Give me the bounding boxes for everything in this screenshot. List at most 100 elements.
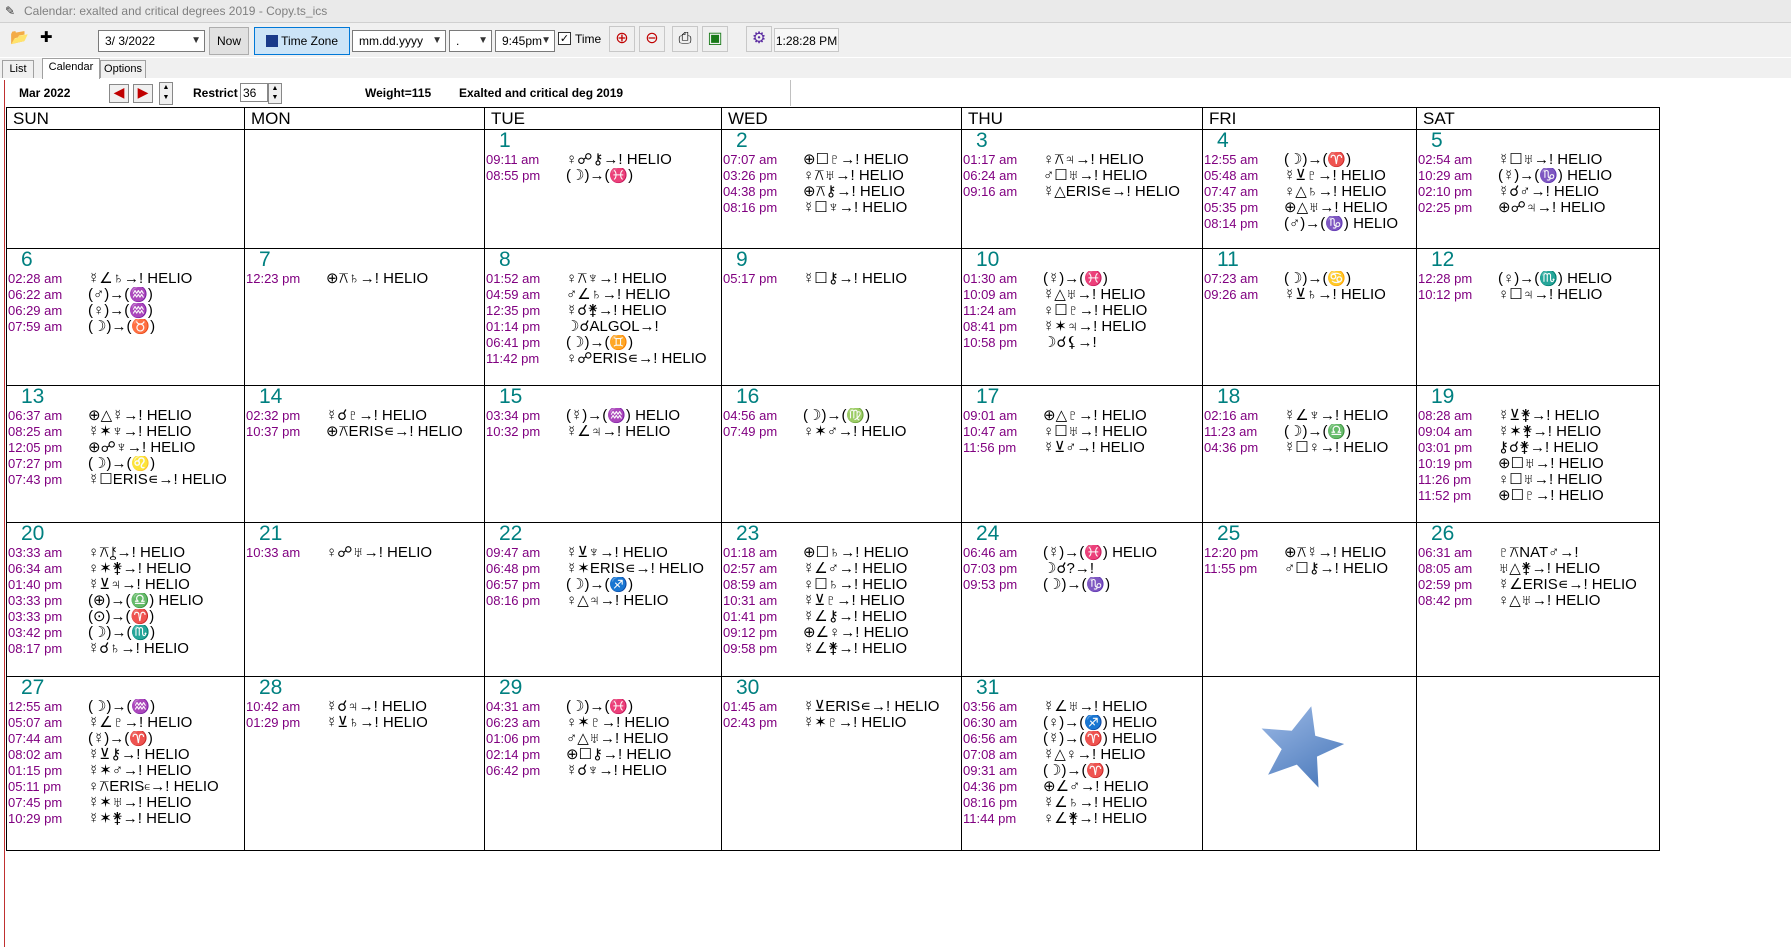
calendar-event[interactable]: 11:44 pm ♀∠⚵→! HELIO	[963, 811, 1202, 827]
calendar-event[interactable]: 05:48 am ☿⊻♇→! HELIO	[1204, 168, 1416, 184]
day-cell-28[interactable]: 28 10:42 am ☿☌♃→! HELIO 01:29 pm ☿⊻♄→! HELIO	[244, 676, 485, 851]
empty-day-cell[interactable]	[1416, 676, 1660, 851]
calendar-event[interactable]: 02:10 pm ☿☌♂→! HELIO	[1418, 184, 1659, 200]
calendar-event[interactable]: 10:29 pm ☿✶⚵→! HELIO	[8, 811, 244, 827]
calendar-event[interactable]: 07:59 am (☽)→(♉)	[8, 319, 244, 335]
calendar-event[interactable]: 07:44 am (☿)→(♈)	[8, 731, 244, 747]
calendar-event[interactable]: 01:40 pm ☿⊻♃→! HELIO	[8, 577, 244, 593]
calendar-event[interactable]: 06:30 am (♀)→(♐) HELIO	[963, 715, 1202, 731]
calendar-event[interactable]: 03:56 am ☿∠♅→! HELIO	[963, 699, 1202, 715]
calendar-event[interactable]: 06:48 pm ☿✶ERIS∊→! HELIO	[486, 561, 721, 577]
calendar-event[interactable]: 01:41 pm ☿∠⚷→! HELIO	[723, 609, 961, 625]
previous-month-button[interactable]: ◀	[109, 84, 129, 103]
calendar-event[interactable]: 02:25 pm ⊕☍♃→! HELIO	[1418, 200, 1659, 216]
calendar-event[interactable]: 01:29 pm ☿⊻♄→! HELIO	[246, 715, 484, 731]
day-cell-13[interactable]: 13 06:37 am ⊕△☿→! HELIO 08:25 am ☿✶♆→! HELIO…	[6, 385, 245, 523]
day-cell-24[interactable]: 24 06:46 am (☿)→(♓) HELIO 07:03 pm ☽☌?→! 09:5…	[961, 522, 1203, 677]
calendar-event[interactable]: 06:23 am ♀✶♇→! HELIO	[486, 715, 721, 731]
calendar-event[interactable]: 11:23 am (☽)→(♎)	[1204, 424, 1416, 440]
day-cell-10[interactable]: 10 01:30 am (☿)→(♓) 10:09 am ☿△♅→! HELIO 11:2…	[961, 248, 1203, 386]
day-cell-5[interactable]: 5 02:54 am ☿☐♅→! HELIO 10:29 am (☿)→(♑) HELI…	[1416, 129, 1660, 249]
day-cell-16[interactable]: 16 04:56 am (☽)→(♍) 07:49 pm ♀✶♂→! HELIO	[721, 385, 962, 523]
calendar-event[interactable]: 06:37 am ⊕△☿→! HELIO	[8, 408, 244, 424]
calendar-event[interactable]: 11:26 pm ♀☐♅→! HELIO	[1418, 472, 1659, 488]
calendar-event[interactable]: 02:54 am ☿☐♅→! HELIO	[1418, 152, 1659, 168]
day-cell-30[interactable]: 30 01:45 am ☿⊻ERIS∊→! HELIO 02:43 pm ☿✶♇→! H…	[721, 676, 962, 851]
day-cell-26[interactable]: 26 06:31 am ♇⚻NAT♂→! 08:05 am ♅△⚵→! HELIO 02:…	[1416, 522, 1660, 677]
calendar-event[interactable]: 12:35 pm ☿☌⚵→! HELIO	[486, 303, 721, 319]
calendar-event[interactable]: 09:16 am ☿△ERIS∊→! HELIO	[963, 184, 1202, 200]
day-cell-22[interactable]: 22 09:47 am ☿⊻♆→! HELIO 06:48 pm ☿✶ERIS∊→! H…	[484, 522, 722, 677]
calendar-event[interactable]: 03:33 pm (⊙)→(♈)	[8, 609, 244, 625]
calendar-event[interactable]: 01:45 am ☿⊻ERIS∊→! HELIO	[723, 699, 961, 715]
calendar-event[interactable]: 01:06 pm ♂△♅→! HELIO	[486, 731, 721, 747]
calendar-event[interactable]: 03:33 am ♀⚻⚷→! HELIO	[8, 545, 244, 561]
calendar-event[interactable]: 11:24 am ♀☐♇→! HELIO	[963, 303, 1202, 319]
day-cell-20[interactable]: 20 03:33 am ♀⚻⚷→! HELIO 06:34 am ♀✶⚵→! HELIO…	[6, 522, 245, 677]
calendar-event[interactable]: 04:36 pm ☿☐♀→! HELIO	[1204, 440, 1416, 456]
calendar-event[interactable]: 12:20 pm ⊕⚻☿→! HELIO	[1204, 545, 1416, 561]
calendar-event[interactable]: 09:53 pm (☽)→(♑)	[963, 577, 1202, 593]
calendar-event[interactable]: 10:32 pm ☿∠♃→! HELIO	[486, 424, 721, 440]
calendar-event[interactable]: 10:58 pm ☽☌⚸→!	[963, 335, 1202, 351]
calendar-event[interactable]: 05:17 pm ☿☐⚷→! HELIO	[723, 271, 961, 287]
calendar-event[interactable]: 10:37 pm ⊕⚻ERIS∊→! HELIO	[246, 424, 484, 440]
day-cell-15[interactable]: 15 03:34 pm (☿)→(♒) HELIO 10:32 pm ☿∠♃→! HEL…	[484, 385, 722, 523]
empty-day-cell[interactable]	[6, 129, 245, 249]
calendar-event[interactable]: 10:47 am ♀☐♅→! HELIO	[963, 424, 1202, 440]
calendar-event[interactable]: 09:01 am ⊕△♇→! HELIO	[963, 408, 1202, 424]
calendar-event[interactable]: 10:33 am ♀☍♅→! HELIO	[246, 545, 484, 561]
day-cell-27[interactable]: 27 12:55 am (☽)→(♒) 05:07 am ☿∠♇→! HELIO 07:4…	[6, 676, 245, 851]
day-cell-23[interactable]: 23 01:18 am ⊕☐♄→! HELIO 02:57 am ☿∠♂→! HELIO…	[721, 522, 962, 677]
calendar-event[interactable]: 02:59 pm ☿∠ERIS∊→! HELIO	[1418, 577, 1659, 593]
day-cell-25[interactable]: 25 12:20 pm ⊕⚻☿→! HELIO 11:55 pm ♂☐⚷→! HELIO	[1202, 522, 1417, 677]
calendar-event[interactable]: 06:24 am ♂☐♅→! HELIO	[963, 168, 1202, 184]
calendar-event[interactable]: 08:02 am ☿⊻⚷→! HELIO	[8, 747, 244, 763]
calendar-event[interactable]: 10:09 am ☿△♅→! HELIO	[963, 287, 1202, 303]
calendar-event[interactable]: 11:55 pm ♂☐⚷→! HELIO	[1204, 561, 1416, 577]
calendar-event[interactable]: 07:08 am ☿△♀→! HELIO	[963, 747, 1202, 763]
calendar-event[interactable]: 01:30 am (☿)→(♓)	[963, 271, 1202, 287]
calendar-event[interactable]: 07:45 pm ☿✶♅→! HELIO	[8, 795, 244, 811]
separator-select[interactable]: . ▼	[449, 30, 492, 52]
calendar-event[interactable]: 09:47 am ☿⊻♆→! HELIO	[486, 545, 721, 561]
calendar-event[interactable]: 04:59 am ♂∠♄→! HELIO	[486, 287, 721, 303]
day-cell-3[interactable]: 3 01:17 am ♀⚻♃→! HELIO 06:24 am ♂☐♅→! HELIO 0…	[961, 129, 1203, 249]
calendar-event[interactable]: 08:16 pm ♀△♃→! HELIO	[486, 593, 721, 609]
calendar-event[interactable]: 01:18 am ⊕☐♄→! HELIO	[723, 545, 961, 561]
calendar-event[interactable]: 02:43 pm ☿✶♇→! HELIO	[723, 715, 961, 731]
calendar-event[interactable]: 02:16 am ☿∠♆→! HELIO	[1204, 408, 1416, 424]
calendar-event[interactable]: 03:33 pm (⊕)→(♎) HELIO	[8, 593, 244, 609]
now-button[interactable]: Now	[209, 27, 249, 55]
calendar-event[interactable]: 07:27 pm (☽)→(♌)	[8, 456, 244, 472]
calendar-event[interactable]: 08:14 pm (♂)→(♑) HELIO	[1204, 216, 1416, 232]
calendar-event[interactable]: 03:26 pm ♀⚻♅→! HELIO	[723, 168, 961, 184]
day-cell-2[interactable]: 2 07:07 am ⊕☐♇→! HELIO 03:26 pm ♀⚻♅→! HELIO 0…	[721, 129, 962, 249]
calendar-event[interactable]: 10:31 am ☿⊻♇→! HELIO	[723, 593, 961, 609]
day-cell-9[interactable]: 9 05:17 pm ☿☐⚷→! HELIO	[721, 248, 962, 386]
calendar-event[interactable]: 08:16 pm ☿☐♆→! HELIO	[723, 200, 961, 216]
calendar-event[interactable]: 10:12 pm ♀☐♃→! HELIO	[1418, 287, 1659, 303]
calendar-event[interactable]: 06:34 am ♀✶⚵→! HELIO	[8, 561, 244, 577]
calendar-event[interactable]: 03:42 pm (☽)→(♏)	[8, 625, 244, 641]
day-cell-11[interactable]: 11 07:23 am (☽)→(♋) 09:26 am ☿⊻♄→! HELIO	[1202, 248, 1417, 386]
calendar-event[interactable]: 10:42 am ☿☌♃→! HELIO	[246, 699, 484, 715]
settings-icon[interactable]: ⚙	[746, 26, 772, 52]
calendar-event[interactable]: 06:42 pm ☿☌♆→! HELIO	[486, 763, 721, 779]
tab-calendar[interactable]: Calendar	[42, 58, 100, 79]
open-folder-icon[interactable]: 📂	[10, 27, 32, 49]
calendar-event[interactable]: 06:46 am (☿)→(♓) HELIO	[963, 545, 1202, 561]
calendar-event[interactable]: 09:26 am ☿⊻♄→! HELIO	[1204, 287, 1416, 303]
calendar-event[interactable]: 08:16 pm ☿∠♄→! HELIO	[963, 795, 1202, 811]
timezone-button[interactable]: Time Zone	[254, 27, 350, 55]
calendar-event[interactable]: 12:55 am (☽)→(♒)	[8, 699, 244, 715]
calendar-event[interactable]: 06:57 pm (☽)→(♐)	[486, 577, 721, 593]
calendar-event[interactable]: 08:28 am ☿⊻⚵→! HELIO	[1418, 408, 1659, 424]
calendar-event[interactable]: 03:01 pm ⚷☌⚵→! HELIO	[1418, 440, 1659, 456]
time-select[interactable]: 9:45pm ▼	[495, 30, 555, 52]
restrict-spinner[interactable]: ▲ ▼	[268, 83, 282, 104]
calendar-event[interactable]: 07:07 am ⊕☐♇→! HELIO	[723, 152, 961, 168]
calendar-event[interactable]: 01:17 am ♀⚻♃→! HELIO	[963, 152, 1202, 168]
zoom-in-icon[interactable]: ⊕	[609, 26, 635, 52]
calendar-event[interactable]: 04:56 am (☽)→(♍)	[723, 408, 961, 424]
